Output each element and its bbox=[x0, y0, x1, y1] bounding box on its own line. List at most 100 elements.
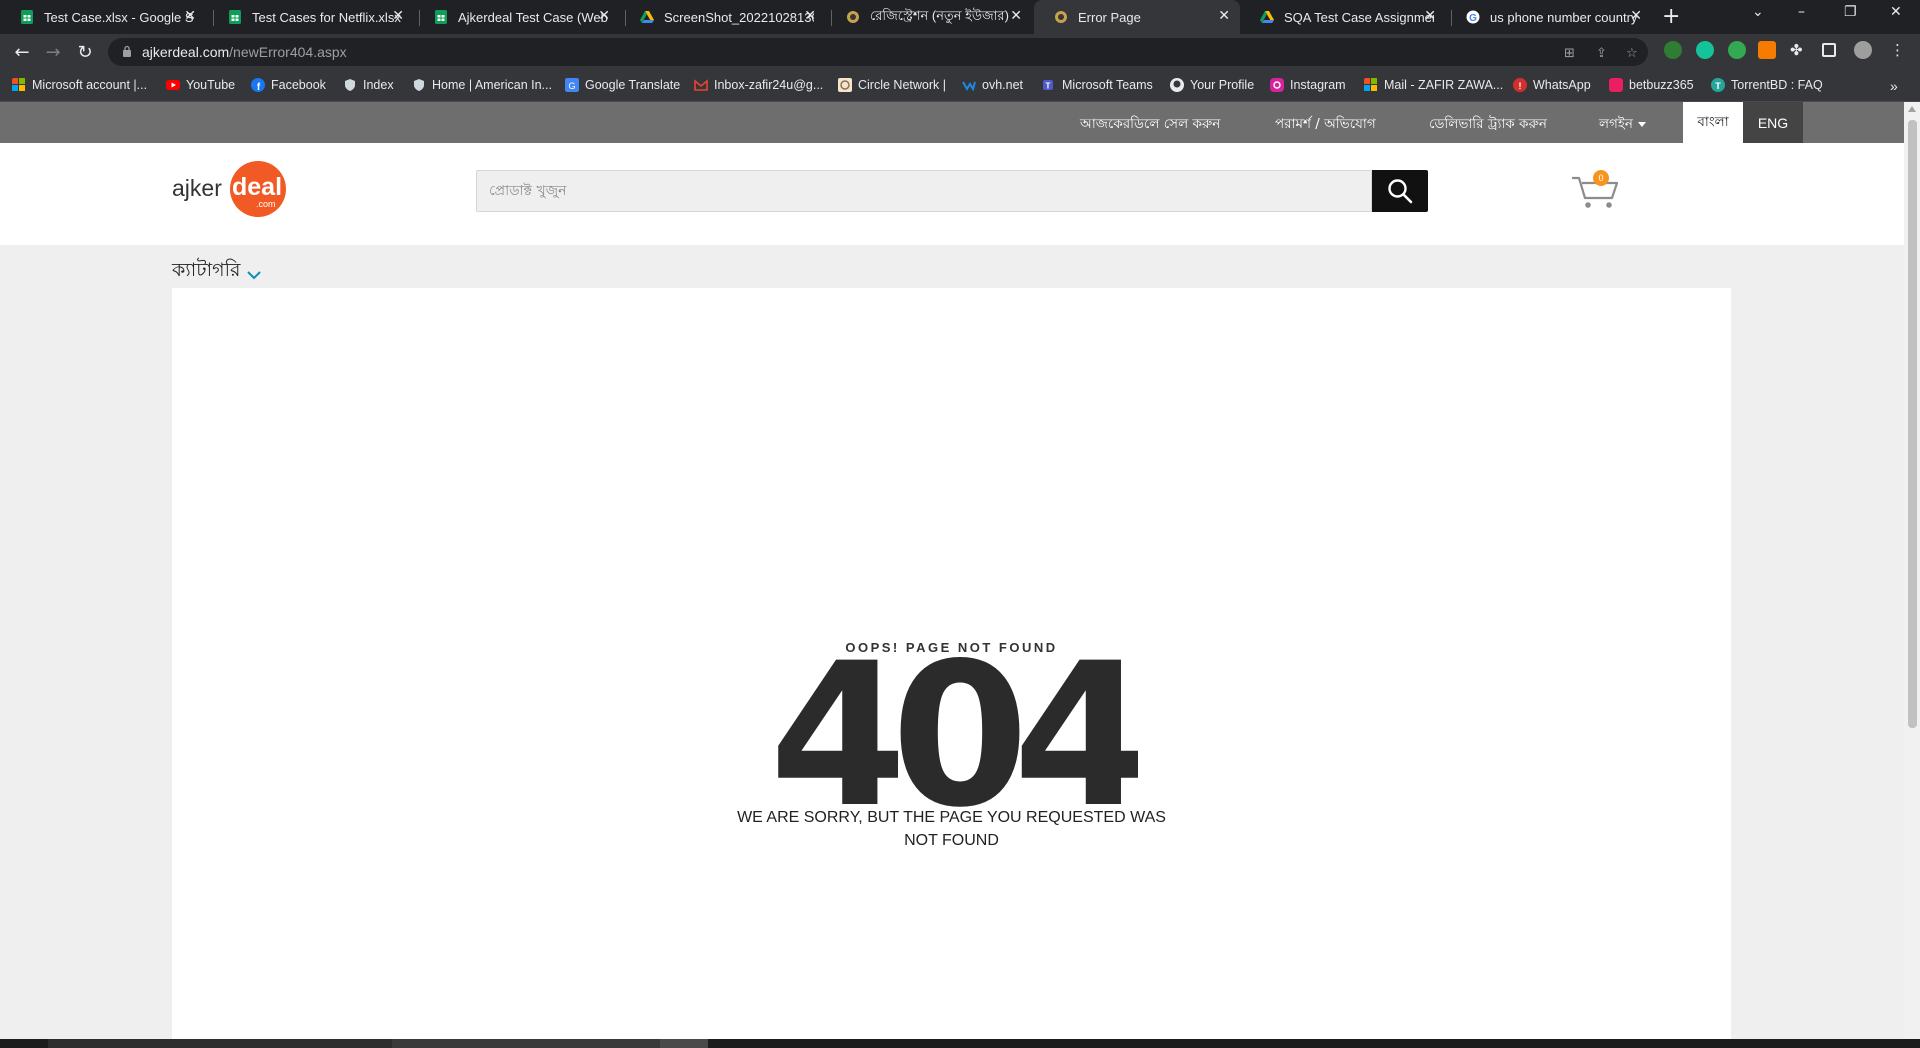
address-bar[interactable]: ajkerdeal.com/newError404.aspx ⊞ ⇪ ☆ bbox=[108, 38, 1648, 66]
bookmark-item[interactable]: ! WhatsApp bbox=[1513, 78, 1591, 92]
close-tab-icon[interactable]: ✕ bbox=[1630, 8, 1642, 24]
tab-title: Ajkerdeal Test Case (Websi bbox=[458, 9, 608, 25]
tab-title: Error Page bbox=[1078, 9, 1141, 25]
bookmark-item[interactable]: Circle Network | bbox=[838, 78, 946, 92]
search-box bbox=[476, 170, 1372, 212]
avatar[interactable] bbox=[1854, 41, 1872, 59]
browser-tab[interactable]: ScreenShot_20221028130: ✕ bbox=[620, 0, 826, 34]
youtube-icon bbox=[166, 80, 180, 90]
language-bangla-button[interactable]: বাংলা bbox=[1683, 102, 1743, 143]
bookmark-item[interactable]: Index bbox=[343, 78, 394, 92]
forward-arrow-icon[interactable]: → bbox=[41, 40, 65, 64]
category-menu[interactable]: ক্যাটাগরি bbox=[172, 259, 263, 285]
tab-title: ScreenShot_20221028130: bbox=[664, 9, 814, 25]
google-drive-icon bbox=[640, 10, 654, 24]
track-delivery-link[interactable]: ডেলিভারি ট্র্যাক করুন bbox=[1429, 113, 1547, 136]
reload-icon[interactable]: ↻ bbox=[73, 40, 97, 64]
svg-text:T: T bbox=[1715, 81, 1721, 91]
minimize-icon[interactable]: – bbox=[1798, 4, 1805, 20]
extension-shield-icon[interactable] bbox=[1758, 41, 1776, 59]
url-path: /newError404.aspx bbox=[229, 44, 347, 60]
browser-tab[interactable]: G us phone number country ✕ bbox=[1446, 0, 1652, 34]
new-tab-button[interactable]: + bbox=[1662, 4, 1680, 29]
url-text: ajkerdeal.com/newError404.aspx bbox=[142, 44, 347, 60]
error-message: WE ARE SORRY, BUT THE PAGE YOU REQUESTED… bbox=[172, 806, 1731, 852]
google-icon: G bbox=[1466, 10, 1480, 24]
close-tab-icon[interactable]: ✕ bbox=[1218, 8, 1230, 24]
bookmark-item[interactable]: ovh.net bbox=[962, 78, 1023, 92]
browser-tab[interactable]: রেজিস্ট্রেশন (নতুন ইউজার) ✕ bbox=[826, 0, 1032, 34]
share-icon[interactable]: ⇪ bbox=[1596, 46, 1610, 61]
scrollbar-thumb[interactable] bbox=[1908, 120, 1917, 728]
bookmark-item[interactable]: G Google Translate bbox=[565, 78, 680, 92]
login-dropdown[interactable]: লগইন bbox=[1599, 113, 1646, 136]
site-header: ajker deal .com 0 bbox=[0, 143, 1904, 245]
taskbar-segment bbox=[660, 1039, 708, 1048]
bookmark-item[interactable]: Mail - ZAFIR ZAWA... bbox=[1364, 78, 1503, 92]
google-translate-icon: G bbox=[565, 78, 579, 92]
browser-tab-active[interactable]: Error Page ✕ bbox=[1034, 0, 1240, 34]
close-tab-icon[interactable]: ✕ bbox=[1010, 8, 1022, 24]
close-tab-icon[interactable]: ✕ bbox=[392, 8, 404, 24]
page-scrollbar[interactable] bbox=[1904, 102, 1920, 1039]
error-code-404: 404 bbox=[769, 656, 1138, 816]
teams-icon: T bbox=[1043, 80, 1053, 91]
menu-kebab-icon[interactable]: ⋮ bbox=[1890, 41, 1908, 59]
scroll-up-arrow-icon[interactable] bbox=[1908, 106, 1916, 112]
bookmark-item[interactable]: betbuzz365 bbox=[1609, 78, 1694, 92]
chevron-down-icon bbox=[246, 271, 261, 280]
search-icon bbox=[1388, 179, 1413, 204]
browser-tab[interactable]: Test Case.xlsx - Google She ✕ bbox=[0, 0, 206, 34]
browser-tab[interactable]: Ajkerdeal Test Case (Websi ✕ bbox=[414, 0, 620, 34]
taskbar-segment bbox=[48, 1039, 392, 1048]
close-window-icon[interactable]: ✕ bbox=[1890, 4, 1902, 20]
ajkerdeal-favicon bbox=[846, 10, 860, 24]
extension-green-icon[interactable] bbox=[1728, 41, 1746, 59]
svg-text:G: G bbox=[568, 81, 575, 91]
side-panel-icon[interactable] bbox=[1822, 43, 1836, 57]
language-english-button[interactable]: ENG bbox=[1743, 102, 1803, 143]
site-top-bar: আজকেরডিলে সেল করুন পরামর্শ / অভিযোগ ডেলি… bbox=[0, 102, 1904, 143]
tab-title: SQA Test Case Assignment bbox=[1284, 9, 1434, 25]
bookmark-star-icon[interactable]: ☆ bbox=[1626, 46, 1640, 61]
close-tab-icon[interactable]: ✕ bbox=[1424, 8, 1436, 24]
sell-on-ajkerdeal-link[interactable]: আজকেরডিলে সেল করুন bbox=[1080, 113, 1220, 136]
grammarly-icon[interactable] bbox=[1696, 41, 1714, 59]
gmail-icon bbox=[694, 79, 708, 91]
more-bookmarks-button[interactable]: » bbox=[1890, 78, 1898, 94]
translate-icon[interactable]: ⊞ bbox=[1564, 46, 1578, 61]
restore-icon[interactable]: ❐ bbox=[1844, 4, 1857, 20]
browser-tab[interactable]: Test Cases for Netflix.xlsx - ✕ bbox=[208, 0, 414, 34]
os-taskbar bbox=[0, 1039, 1920, 1048]
bookmark-item[interactable]: f Facebook bbox=[251, 78, 326, 92]
close-tab-icon[interactable]: ✕ bbox=[598, 8, 610, 24]
close-tab-icon[interactable]: ✕ bbox=[184, 8, 196, 24]
browser-tab-strip: Test Case.xlsx - Google She ✕ Test Cases… bbox=[0, 0, 1920, 34]
close-tab-icon[interactable]: ✕ bbox=[804, 8, 816, 24]
extensions-puzzle-icon[interactable]: ✤ bbox=[1790, 41, 1808, 59]
bookmark-item[interactable]: T TorrentBD : FAQ bbox=[1711, 78, 1823, 92]
bookmark-item[interactable]: Inbox-zafir24u@g... bbox=[694, 78, 823, 92]
svg-text:!: ! bbox=[1519, 81, 1522, 91]
search-button[interactable] bbox=[1372, 170, 1428, 212]
tab-search-icon[interactable]: ⌄ bbox=[1752, 4, 1764, 20]
github-icon bbox=[1170, 78, 1184, 92]
bookmark-item[interactable]: YouTube bbox=[166, 78, 235, 92]
back-arrow-icon[interactable]: ← bbox=[10, 40, 34, 64]
bookmark-item[interactable]: T Microsoft Teams bbox=[1042, 78, 1153, 92]
browser-tab[interactable]: SQA Test Case Assignment ✕ bbox=[1240, 0, 1446, 34]
caret-down-icon bbox=[1638, 121, 1646, 127]
svg-text:T: T bbox=[1046, 82, 1051, 91]
bookmark-item[interactable]: Microsoft account |... bbox=[12, 78, 147, 92]
bookmark-item[interactable]: Instagram bbox=[1270, 78, 1346, 92]
bookmark-item[interactable]: Your Profile bbox=[1170, 78, 1254, 92]
bookmark-item[interactable]: Home | American In... bbox=[412, 78, 552, 92]
whatsapp-icon: ! bbox=[1513, 78, 1527, 92]
feedback-complaint-link[interactable]: পরামর্শ / অভিযোগ bbox=[1275, 113, 1376, 136]
search-input[interactable] bbox=[477, 171, 1371, 211]
shopping-cart[interactable]: 0 bbox=[1570, 168, 1622, 210]
ajkerdeal-logo[interactable]: ajker deal .com bbox=[172, 159, 292, 217]
extension-globe-icon[interactable] bbox=[1664, 41, 1682, 59]
microsoft-icon bbox=[12, 78, 25, 91]
taskbar-segment bbox=[392, 1039, 660, 1048]
